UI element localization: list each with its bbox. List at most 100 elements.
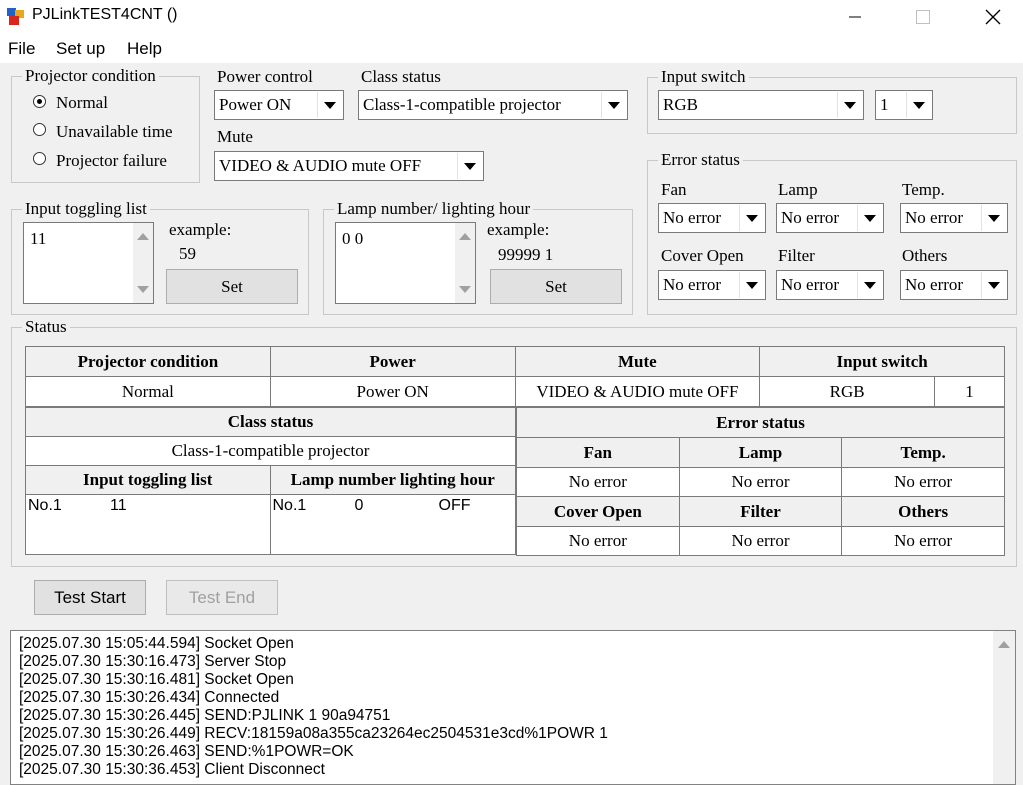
- lamp-label: Lamp: [778, 180, 818, 199]
- error-status-legend: Error status: [658, 151, 743, 169]
- input-toggling-value: 11: [30, 229, 47, 248]
- status-input-number: 1: [934, 376, 1005, 407]
- lamp-select[interactable]: No error: [776, 203, 884, 233]
- status-top-table: Projector condition Power Mute Input swi…: [25, 346, 1005, 407]
- header-lamp: Lamp: [678, 437, 843, 468]
- scrollbar[interactable]: [133, 223, 153, 303]
- input-toggling-example-value: 59: [179, 244, 196, 263]
- toggle-no: No.1: [28, 497, 62, 514]
- power-control-label: Power control: [217, 67, 313, 86]
- filter-label: Filter: [778, 246, 815, 265]
- class-status-select[interactable]: Class-1-compatible projector: [358, 90, 628, 120]
- maximize-icon: [916, 9, 930, 24]
- status-legend: Status: [22, 318, 70, 336]
- input-switch-select[interactable]: RGB: [658, 90, 864, 120]
- menu-help[interactable]: Help: [127, 39, 162, 59]
- status-lamp-cell: No.1 0 OFF: [269, 494, 516, 555]
- status-left-table: Class status Class-1-compatible projecto…: [25, 407, 516, 555]
- input-switch-value: RGB: [663, 95, 698, 114]
- chevron-down-icon: [457, 153, 482, 179]
- log-textbox[interactable]: [2025.07.30 15:05:44.594] Socket Open [2…: [10, 630, 1016, 785]
- menu-file[interactable]: File: [8, 39, 35, 59]
- maximize-button[interactable]: [900, 0, 946, 33]
- header-cover-open: Cover Open: [516, 496, 680, 527]
- header-others: Others: [841, 496, 1005, 527]
- mute-label: Mute: [217, 127, 253, 146]
- lamp-hour-value: 0 0: [342, 229, 364, 248]
- radio-normal-label: Normal: [56, 93, 108, 112]
- chevron-down-icon: [739, 272, 764, 298]
- lamp-hour-legend: Lamp number/ lighting hour: [334, 200, 534, 218]
- log-line: [2025.07.30 15:30:36.453] Client Disconn…: [19, 761, 325, 778]
- header-fan: Fan: [516, 437, 680, 468]
- menu-setup[interactable]: Set up: [56, 39, 105, 59]
- filter-value: No error: [781, 275, 840, 294]
- radio-normal[interactable]: [33, 95, 46, 108]
- minimize-button[interactable]: [832, 0, 878, 33]
- lamp-no: No.1: [272, 497, 307, 514]
- cover-open-label: Cover Open: [661, 246, 744, 265]
- close-icon: [985, 9, 1001, 24]
- input-number-select[interactable]: 1: [875, 90, 933, 120]
- header-filter: Filter: [678, 496, 843, 527]
- chevron-down-icon: [739, 205, 764, 231]
- radio-unavailable-time[interactable]: [33, 123, 46, 136]
- mute-select[interactable]: VIDEO & AUDIO mute OFF: [214, 151, 484, 181]
- header-error-status: Error status: [516, 407, 1005, 438]
- test-end-button[interactable]: Test End: [166, 580, 278, 615]
- fan-select[interactable]: No error: [658, 203, 766, 233]
- input-number-value: 1: [880, 95, 889, 114]
- log-line: [2025.07.30 15:30:26.445] SEND:PJLINK 1 …: [19, 707, 391, 724]
- fan-label: Fan: [661, 180, 687, 199]
- log-line: [2025.07.30 15:30:16.481] Socket Open: [19, 671, 294, 688]
- log-line: [2025.07.30 15:30:26.449] RECV:18159a08a…: [19, 725, 608, 742]
- scroll-up-icon: [998, 641, 1010, 648]
- header-input-toggling-list: Input toggling list: [25, 465, 271, 495]
- scroll-up-icon: [459, 233, 471, 240]
- test-start-button[interactable]: Test Start: [34, 580, 146, 615]
- filter-select[interactable]: No error: [776, 270, 884, 300]
- chevron-down-icon: [317, 92, 342, 118]
- header-input-switch: Input switch: [759, 346, 1005, 377]
- status-input-toggling-cell: No.1 11: [25, 494, 271, 555]
- others-select[interactable]: No error: [900, 270, 1008, 300]
- input-toggling-listbox[interactable]: 11: [23, 222, 154, 304]
- temp-select[interactable]: No error: [900, 203, 1008, 233]
- header-mute: Mute: [514, 346, 761, 377]
- status-input-switch: RGB: [759, 376, 936, 407]
- lamp-hour-listbox[interactable]: 0 0: [335, 222, 476, 304]
- app-icon: [7, 8, 24, 25]
- status-class-status: Class-1-compatible projector: [25, 436, 516, 466]
- chevron-down-icon: [601, 92, 626, 118]
- log-line: [2025.07.30 15:05:44.594] Socket Open: [19, 635, 294, 652]
- log-line: [2025.07.30 15:30:16.473] Server Stop: [19, 653, 287, 670]
- header-class-status: Class status: [25, 407, 516, 437]
- power-control-value: Power ON: [219, 95, 292, 114]
- lamp-hour: 0: [354, 497, 364, 514]
- temp-label: Temp.: [902, 180, 945, 199]
- log-lines: [2025.07.30 15:05:44.594] Socket Open [2…: [19, 635, 608, 779]
- log-line: [2025.07.30 15:30:26.463] SEND:%1POWR=OK: [19, 743, 354, 760]
- input-toggling-legend: Input toggling list: [22, 200, 150, 218]
- radio-unavailable-label: Unavailable time: [56, 122, 173, 141]
- status-error-table: Error status Fan Lamp Temp. No error No …: [516, 407, 1005, 556]
- lamp-hour-example-value: 99999 1: [498, 245, 554, 264]
- radio-projector-failure[interactable]: [33, 152, 46, 165]
- temp-value: No error: [905, 208, 964, 227]
- input-toggling-set-button[interactable]: Set: [166, 269, 298, 304]
- lamp-hour-set-button[interactable]: Set: [490, 269, 622, 304]
- power-control-select[interactable]: Power ON: [214, 90, 344, 120]
- scroll-down-icon: [137, 286, 149, 293]
- status-lamp: No error: [678, 467, 843, 497]
- log-scrollbar[interactable]: [993, 631, 1015, 784]
- radio-failure-label: Projector failure: [56, 151, 167, 170]
- chevron-down-icon: [857, 272, 882, 298]
- scrollbar[interactable]: [455, 223, 475, 303]
- close-button[interactable]: [970, 0, 1016, 33]
- class-status-value: Class-1-compatible projector: [363, 95, 561, 114]
- cover-open-select[interactable]: No error: [658, 270, 766, 300]
- title-bar: PJLinkTEST4CNT (): [0, 0, 1023, 33]
- input-switch-legend: Input switch: [658, 68, 749, 86]
- class-status-label: Class status: [361, 67, 441, 86]
- minimize-icon: [849, 16, 861, 17]
